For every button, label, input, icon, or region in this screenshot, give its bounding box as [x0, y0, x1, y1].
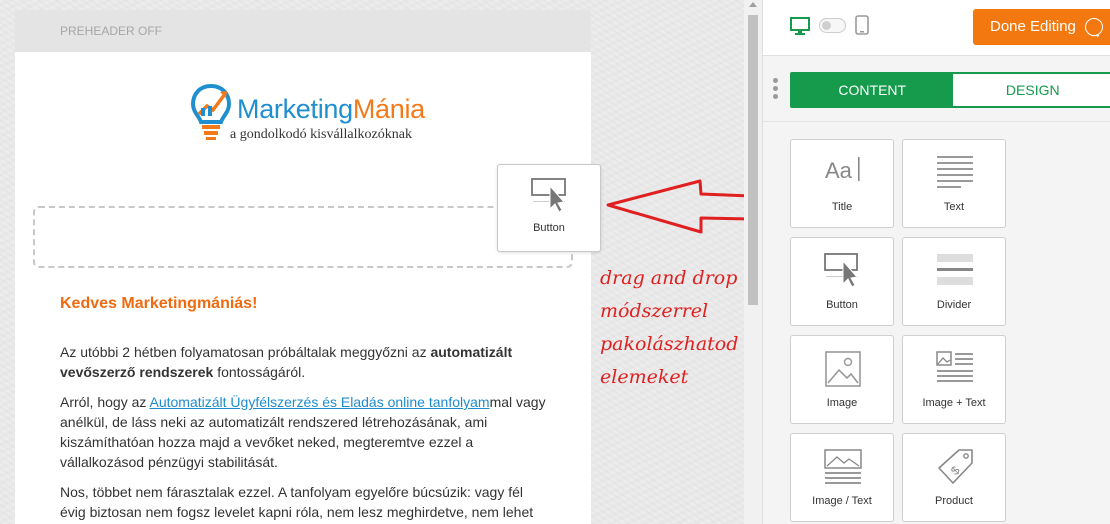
block-image-label: Image [826, 397, 858, 409]
done-editing-label: Done Editing [990, 18, 1076, 35]
divider-icon [937, 254, 973, 285]
tab-design[interactable]: DESIGN [952, 74, 1110, 106]
block-title-label: Title [831, 201, 853, 213]
block-image-over-text-label: Image / Text [812, 495, 872, 507]
panel-tabs: CONTENT DESIGN [790, 72, 1110, 108]
desktop-view-icon[interactable] [790, 17, 810, 35]
p1-text-a: Az utóbbi 2 hétben folyamatosan próbálta… [60, 344, 431, 360]
paragraph-2: Arról, hogy az Automatizált Ügyfélszerzé… [60, 392, 550, 472]
p1-text-c: fontosságáról. [213, 364, 306, 380]
block-divider-label: Divider [936, 299, 972, 311]
paragraph-3: Nos, többet nem fárasztalak ezzel. A tan… [60, 484, 534, 520]
image-text-icon [936, 351, 973, 382]
toggle-knob [822, 21, 831, 30]
block-button-label: Button [826, 299, 858, 311]
canvas-scrollbar[interactable] [744, 0, 762, 524]
scroll-thumb[interactable] [748, 15, 758, 305]
paragraph-1: Az utóbbi 2 hétben folyamatosan próbálta… [60, 342, 550, 382]
block-divider[interactable]: Divider [902, 237, 1006, 326]
device-toggle[interactable] [819, 18, 846, 33]
button-cursor-icon [531, 178, 566, 213]
tabs-divider [763, 121, 1110, 122]
editor-side-panel: Done Editing → CONTENT DESIGN Aa Title T… [762, 0, 1110, 524]
title-icon: Aa [825, 157, 860, 183]
image-over-text-icon [824, 449, 862, 484]
lightbulb-logo-icon [190, 83, 232, 140]
scroll-up-arrow-icon[interactable] [749, 2, 757, 7]
greeting-heading: Kedves Marketingmániás! [60, 295, 258, 312]
button-cursor-icon [824, 253, 858, 288]
text-lines-icon [937, 156, 973, 188]
block-image-over-text[interactable]: Image / Text [790, 433, 894, 522]
preheader-bar[interactable]: PREHEADER OFF [15, 10, 591, 52]
drop-zone[interactable] [33, 206, 573, 268]
p2-text-a: Arról, hogy az [60, 394, 150, 410]
arrow-circle-icon: → [1085, 18, 1103, 41]
course-link[interactable]: Automatizált Ügyfélszerzés és Eladás onl… [150, 394, 490, 410]
done-editing-button[interactable]: Done Editing → [973, 9, 1110, 45]
block-text-label: Text [943, 201, 965, 213]
block-button[interactable]: Button [790, 237, 894, 326]
logo-title: MarketingMánia [237, 94, 425, 125]
dragging-button-tile[interactable]: Button [497, 164, 601, 252]
image-icon [825, 351, 861, 387]
block-image[interactable]: Image [790, 335, 894, 424]
preheader-label: PREHEADER OFF [60, 24, 163, 38]
panel-drag-handle-icon[interactable] [773, 78, 779, 102]
tablet-view-icon[interactable] [855, 15, 869, 35]
block-product-label: Product [935, 495, 973, 507]
logo-block[interactable]: MarketingMánia a gondolkodó kisvállalkoz… [187, 80, 427, 150]
block-image-text[interactable]: Image + Text [902, 335, 1006, 424]
logo-title-part2: Mánia [352, 94, 425, 124]
email-preview: PREHEADER OFF MarketingMánia a gondolkod… [15, 10, 591, 524]
price-tag-icon: $ [938, 449, 973, 484]
logo-subtitle: a gondolkodó kisvállalkozóknak [230, 127, 412, 142]
email-body[interactable]: Kedves Marketingmániás! Az utóbbi 2 hétb… [60, 294, 550, 524]
tab-content[interactable]: CONTENT [792, 74, 953, 106]
logo-title-part1: Marketing [237, 94, 353, 124]
block-text[interactable]: Text [902, 139, 1006, 228]
block-image-text-label: Image + Text [922, 397, 986, 409]
block-title[interactable]: Aa Title [790, 139, 894, 228]
panel-toolbar: Done Editing → [763, 0, 1110, 56]
block-product[interactable]: $ Product [902, 433, 1006, 522]
dragging-tile-label: Button [533, 222, 565, 234]
svg-text:Aa: Aa [825, 158, 853, 183]
